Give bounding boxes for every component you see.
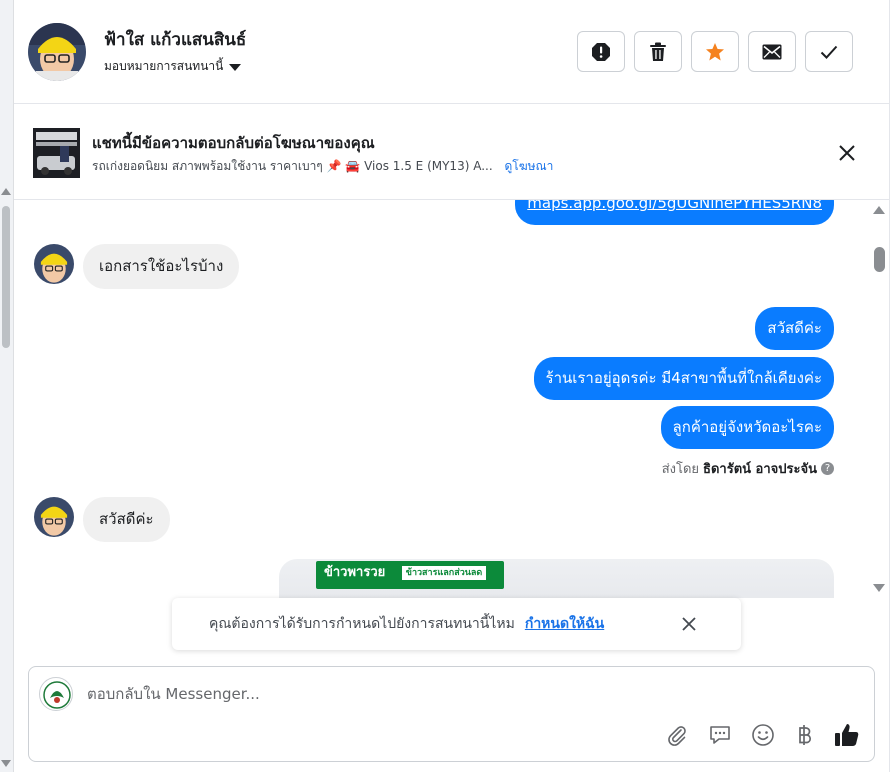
mark-unread-button[interactable] — [748, 31, 796, 72]
thread-scrollbar[interactable] — [869, 200, 889, 598]
message-thread[interactable]: maps.app.goo.gl/5gUGNinePYHES5RN8 เอกสาร… — [14, 200, 867, 598]
ad-banner-title: แชทนี้มีข้อความตอบกลับต่อโฆษณาของคุณ — [92, 134, 375, 152]
conversation-header: ฟ้าใส แก้วแสนสินธ์ มอบหมายการสนทนานี้ — [14, 0, 889, 104]
help-icon[interactable]: ? — [821, 462, 834, 475]
assign-to-me-link[interactable]: กำหนดให้ฉัน — [525, 613, 604, 635]
star-icon — [706, 42, 724, 60]
assign-label: มอบหมายการสนทนานี้ — [104, 59, 224, 73]
page-logo — [39, 677, 73, 711]
close-icon — [682, 617, 696, 631]
thumbs-up-icon — [835, 724, 859, 746]
message-bubble-outgoing[interactable]: ลูกค้าอยู่จังหวัดอะไรคะ — [660, 406, 834, 449]
check-icon — [820, 45, 838, 59]
attach-file-button[interactable] — [663, 721, 691, 749]
like-button[interactable] — [833, 721, 861, 749]
sender-name: ธิดารัตน์ อาจประจัน — [703, 462, 817, 477]
contact-avatar-small — [34, 244, 74, 284]
scroll-down-arrow-icon[interactable] — [1, 760, 11, 767]
image-attachment[interactable]: ข้าวพารวย ข้าวสารแลกส่วนลด — [279, 559, 834, 598]
trash-icon — [650, 42, 666, 61]
ad-description-text: รถเก่งยอดนิยม สภาพพร้อมใช้งาน ราคาเบาๆ 📌… — [92, 159, 493, 173]
close-banner-button[interactable] — [836, 142, 858, 164]
exclamation-octagon-icon — [592, 42, 610, 61]
image-brand-text: ข้าวพารวย — [324, 564, 386, 580]
dismiss-prompt-button[interactable] — [680, 615, 698, 633]
assign-prompt: คุณต้องการได้รับการกำหนดไปยังการสนทนานี้… — [172, 598, 741, 650]
envelope-icon — [762, 44, 782, 59]
inbox-conversation-view: ฟ้าใส แก้วแสนสินธ์ มอบหมายการสนทนานี้ แช… — [0, 0, 895, 772]
message-bubble-outgoing[interactable]: สวัสดีค่ะ — [755, 307, 834, 350]
emoji-icon — [752, 724, 774, 746]
scroll-thumb[interactable] — [874, 247, 885, 272]
ad-banner-description: รถเก่งยอดนิยม สภาพพร้อมใช้งาน ราคาเบาๆ 📌… — [92, 157, 553, 176]
close-icon — [839, 145, 855, 161]
delete-button[interactable] — [634, 31, 682, 72]
payment-button[interactable] — [791, 721, 819, 749]
saved-reply-icon — [710, 726, 730, 744]
message-bubble-outgoing[interactable]: ร้านเราอยู่อุดรค่ะ มี4สาขาพื้นที่ใกล้เคี… — [533, 357, 834, 400]
image-badge-text: ข้าวสารแลกส่วนลด — [401, 565, 487, 580]
sent-by-label: ส่งโดย ธิดารัตน์ อาจประจัน ? — [662, 458, 834, 479]
contact-avatar-small — [34, 497, 74, 537]
right-divider — [889, 0, 895, 772]
left-scrollbar[interactable] — [0, 0, 14, 772]
sent-by-prefix: ส่งโดย — [661, 462, 700, 477]
mark-done-button[interactable] — [805, 31, 853, 72]
ad-thumbnail[interactable] — [33, 128, 80, 178]
map-link[interactable]: maps.app.goo.gl/5gUGNinePYHES5RN8 — [527, 200, 822, 212]
scroll-up-arrow-icon[interactable] — [873, 206, 885, 214]
image-brand-tag: ข้าวพารวย ข้าวสารแลกส่วนลด — [316, 561, 504, 589]
message-input[interactable] — [87, 681, 687, 707]
paperclip-icon — [668, 726, 686, 746]
reply-composer — [28, 666, 875, 762]
message-bubble-incoming[interactable]: สวัสดีค่ะ — [83, 497, 170, 542]
caret-down-icon — [229, 63, 242, 71]
assign-prompt-text: คุณต้องการได้รับการกำหนดไปยังการสนทนานี้… — [209, 616, 515, 632]
emoji-button[interactable] — [749, 721, 777, 749]
spam-button[interactable] — [577, 31, 625, 72]
message-bubble-incoming[interactable]: เอกสารใช้อะไรบ้าง — [83, 244, 240, 289]
assign-conversation-dropdown[interactable]: มอบหมายการสนทนานี้ — [104, 57, 242, 76]
scroll-thumb[interactable] — [2, 206, 10, 348]
scroll-up-arrow-icon[interactable] — [1, 188, 11, 195]
view-ad-link[interactable]: ดูโฆษณา — [504, 159, 553, 173]
scroll-down-arrow-icon[interactable] — [873, 584, 885, 592]
star-button[interactable] — [691, 31, 739, 72]
contact-avatar[interactable] — [28, 23, 86, 81]
ad-reply-banner: แชทนี้มีข้อความตอบกลับต่อโฆษณาของคุณ รถเ… — [14, 104, 889, 200]
message-bubble-outgoing[interactable]: maps.app.goo.gl/5gUGNinePYHES5RN8 — [515, 200, 834, 225]
baht-icon — [799, 725, 811, 745]
contact-name: ฟ้าใส แก้วแสนสินธ์ — [104, 30, 247, 50]
saved-reply-button[interactable] — [706, 721, 734, 749]
